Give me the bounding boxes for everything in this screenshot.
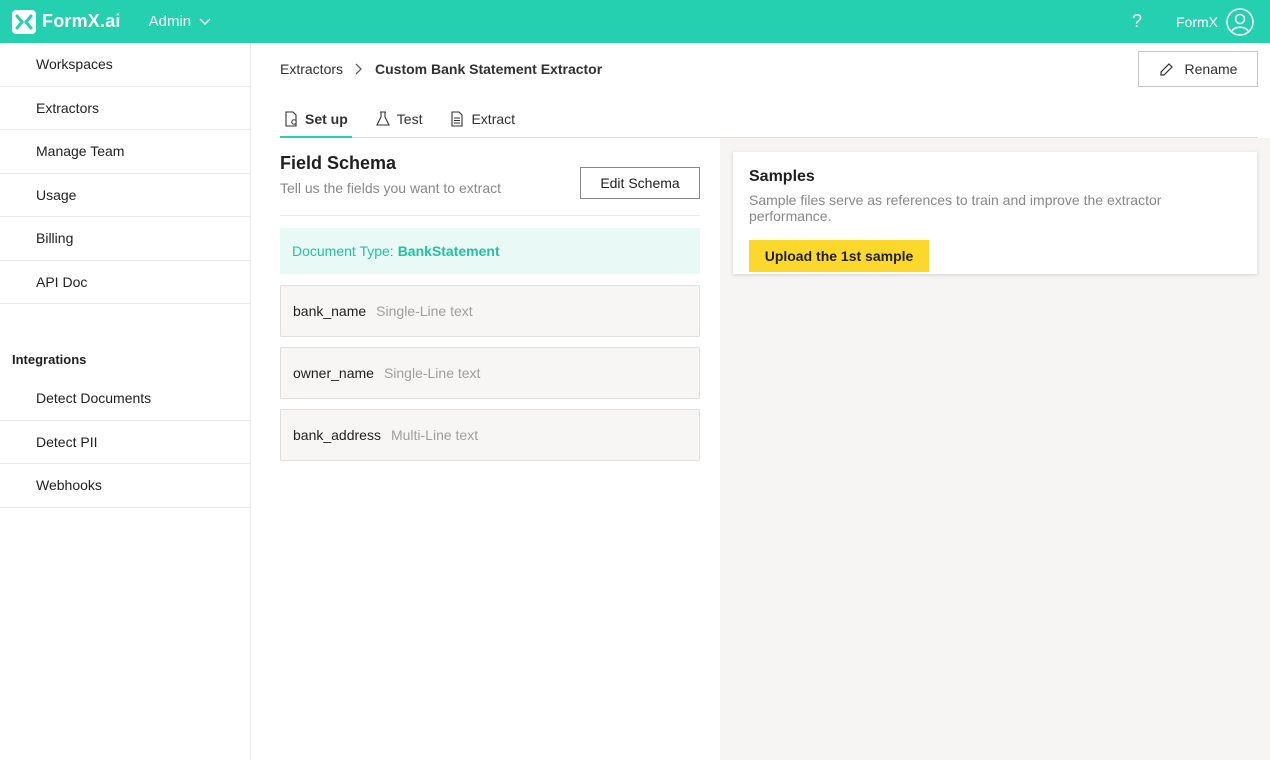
document-type-banner: Document Type: BankStatement: [280, 228, 700, 274]
field-type: Multi-Line text: [390, 427, 479, 443]
sidebar-item-manage-team[interactable]: Manage Team: [0, 130, 250, 174]
sidebar-item-detect-pii[interactable]: Detect PII: [0, 421, 250, 464]
sidebar-item-detect-documents[interactable]: Detect Documents: [0, 377, 250, 421]
sidebar-item-usage[interactable]: Usage: [0, 174, 250, 217]
help-icon[interactable]: ?: [1132, 11, 1142, 32]
breadcrumb: Extractors Custom Bank Statement Extract…: [280, 61, 602, 77]
document-type-label: Document Type:: [292, 243, 394, 259]
admin-menu[interactable]: Admin: [149, 13, 212, 30]
field-type: Single-Line text: [383, 365, 481, 381]
sidebar-item-billing[interactable]: Billing: [0, 217, 250, 261]
main-content: Extractors Custom Bank Statement Extract…: [260, 43, 1270, 760]
field-name: owner_name: [293, 365, 374, 381]
breadcrumb-extractors[interactable]: Extractors: [280, 61, 343, 77]
tab-test-label: Test: [396, 111, 423, 127]
logo-text: FormX.ai: [42, 11, 121, 31]
samples-panel: Samples Sample files serve as references…: [720, 138, 1270, 760]
setup-icon: [285, 111, 297, 127]
rename-button[interactable]: Rename: [1138, 51, 1258, 87]
upload-sample-button[interactable]: Upload the 1st sample: [749, 240, 929, 272]
field-name: bank_address: [293, 427, 381, 443]
sidebar: Workspaces Extractors Manage Team Usage …: [0, 43, 251, 760]
tab-extract-label: Extract: [471, 111, 516, 127]
field-schema-panel: Field Schema Tell us the fields you want…: [280, 153, 700, 461]
sidebar-item-workspaces[interactable]: Workspaces: [0, 43, 250, 87]
sidebar-item-webhooks[interactable]: Webhooks: [0, 464, 250, 508]
user-name: FormX: [1176, 13, 1218, 30]
samples-card: Samples Sample files serve as references…: [733, 152, 1257, 274]
sidebar-item-extractors[interactable]: Extractors: [0, 87, 250, 130]
chevron-down-icon: [199, 18, 211, 25]
integrations-heading: Integrations: [12, 352, 87, 367]
divider: [280, 215, 700, 216]
sidebar-item-api-doc[interactable]: API Doc: [0, 261, 250, 304]
logo[interactable]: FormX.ai: [12, 9, 121, 34]
edit-icon: [1159, 63, 1173, 76]
breadcrumb-current: Custom Bank Statement Extractor: [375, 61, 603, 77]
schema-field-row[interactable]: bank_name Single-Line text: [280, 285, 700, 337]
tab-bar: Set up Test Extract: [280, 101, 1258, 138]
formx-logo-icon: [12, 9, 36, 34]
chevron-right-icon: [355, 63, 362, 75]
samples-title: Samples: [749, 168, 815, 185]
field-name: bank_name: [293, 303, 367, 319]
schema-field-row[interactable]: owner_name Single-Line text: [280, 347, 700, 399]
tab-test[interactable]: Test: [372, 101, 427, 137]
document-icon: [451, 111, 464, 127]
schema-field-row[interactable]: bank_address Multi-Line text: [280, 409, 700, 461]
flask-icon: [375, 111, 390, 126]
tab-setup-label: Set up: [305, 111, 348, 127]
field-type: Single-Line text: [376, 303, 473, 319]
user-avatar-icon[interactable]: [1226, 7, 1254, 36]
samples-description: Sample files serve as references to trai…: [749, 192, 1162, 224]
rename-label: Rename: [1184, 61, 1238, 77]
top-bar: FormX.ai Admin ? FormX: [0, 0, 1270, 43]
document-type-value: BankStatement: [397, 243, 500, 259]
tab-setup[interactable]: Set up: [280, 101, 352, 138]
tab-extract[interactable]: Extract: [446, 101, 519, 137]
admin-label: Admin: [148, 13, 192, 30]
edit-schema-button[interactable]: Edit Schema: [580, 167, 700, 199]
